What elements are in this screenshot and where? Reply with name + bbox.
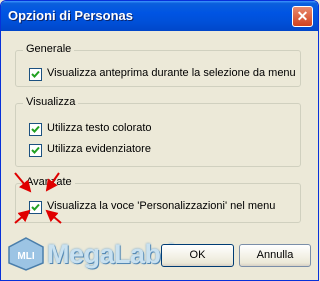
megalab-logo-icon: MLI — [8, 237, 44, 271]
arrow-bottom-right-icon — [45, 209, 62, 224]
svg-text:MLI: MLI — [17, 251, 34, 262]
title-bar[interactable]: Opzioni di Personas ✕ — [1, 1, 318, 31]
dialog-window: Opzioni di Personas ✕ Generale Visualizz… — [0, 0, 319, 281]
arrow-bottom-left-icon — [14, 209, 31, 224]
arrow-top-left-icon — [14, 172, 32, 193]
close-icon: ✕ — [296, 8, 309, 24]
cancel-button[interactable]: Annulla — [239, 244, 311, 267]
check-icon — [31, 125, 40, 133]
label-highlighter[interactable]: Utilizza evidenziatore — [47, 143, 151, 155]
group-general-legend: Generale — [23, 43, 75, 55]
check-icon — [31, 70, 40, 78]
check-icon — [31, 146, 40, 154]
group-display-legend: Visualizza — [23, 96, 79, 108]
window-title: Opzioni di Personas — [8, 8, 133, 23]
arrow-top-right-icon — [45, 172, 60, 192]
checkbox-highlighter[interactable] — [29, 144, 42, 157]
close-button[interactable]: ✕ — [292, 6, 313, 27]
ok-button[interactable]: OK — [161, 244, 234, 267]
group-general: Generale Visualizza anteprima durante la… — [15, 43, 301, 87]
group-display: Visualizza Utilizza testo colorato Utili… — [15, 96, 301, 167]
label-personalizations[interactable]: Visualizza la voce 'Personalizzazioni' n… — [47, 200, 275, 212]
label-colored-text[interactable]: Utilizza testo colorato — [47, 122, 152, 134]
checkbox-show-preview[interactable] — [29, 68, 42, 81]
label-show-preview[interactable]: Visualizza anteprima durante la selezion… — [47, 67, 296, 79]
checkbox-colored-text[interactable] — [29, 123, 42, 136]
annotation-arrows — [14, 172, 62, 224]
